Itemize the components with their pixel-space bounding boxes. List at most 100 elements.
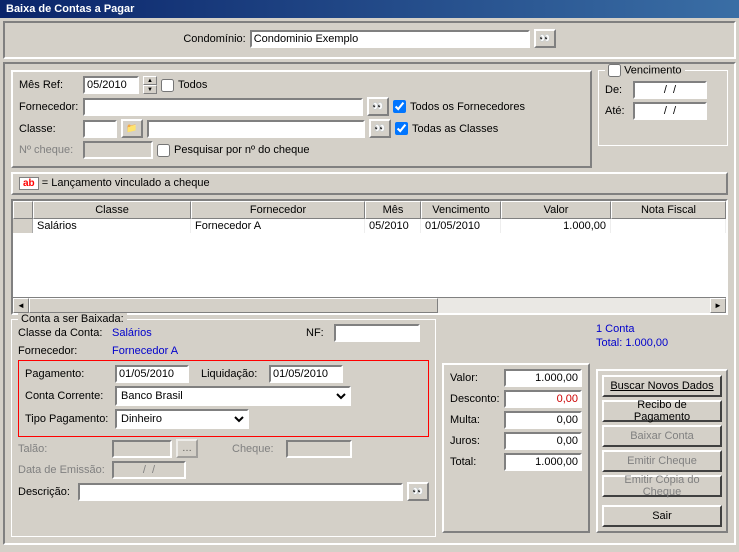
grid-header: Classe Fornecedor Mês Vencimento Valor N…: [13, 201, 726, 219]
binoculars-icon: [372, 101, 383, 112]
todos-label: Todos: [178, 79, 207, 91]
emitir-cheque-button: Emitir Cheque: [602, 450, 722, 472]
grid-scrollbar[interactable]: ◄ ►: [13, 297, 726, 313]
no-cheque-input: [83, 141, 153, 159]
cell-mes: 05/2010: [365, 219, 421, 233]
cheque-input: [286, 440, 352, 458]
multa-label: Multa:: [450, 414, 500, 426]
cell-fornecedor: Fornecedor A: [191, 219, 365, 233]
classe-search-button[interactable]: [369, 119, 391, 138]
spin-down-icon[interactable]: ▼: [143, 85, 157, 94]
scroll-thumb[interactable]: [29, 298, 438, 313]
conta-nf-label: NF:: [306, 327, 330, 339]
vencimento-checkbox[interactable]: [608, 64, 621, 77]
conta-corrente-label: Conta Corrente:: [25, 390, 111, 402]
conta-nf-input[interactable]: [334, 324, 420, 342]
payment-highlight-box: Pagamento: Liquidação: Conta Corrente: B…: [18, 360, 429, 437]
descricao-search-button[interactable]: [407, 482, 429, 501]
condominio-search-button[interactable]: [534, 29, 556, 48]
tipo-pagamento-label: Tipo Pagamento:: [25, 413, 111, 425]
valor-label: Valor:: [450, 372, 500, 384]
todas-classes-checkbox[interactable]: [395, 122, 408, 135]
total-label: Total:: [450, 456, 500, 468]
fornecedor-search-button[interactable]: [367, 97, 389, 116]
total-input[interactable]: [504, 453, 582, 471]
vencimento-fieldset: Vencimento De: Até:: [598, 70, 728, 146]
pagamento-label: Pagamento:: [25, 368, 111, 380]
tipo-pagamento-select[interactable]: Dinheiro: [115, 409, 249, 429]
valores-panel: Valor: Desconto: Multa: Juros: Total:: [442, 363, 590, 533]
grid-col-nf[interactable]: Nota Fiscal: [611, 201, 726, 219]
buscar-novos-dados-button[interactable]: Buscar Novos Dados: [602, 375, 722, 397]
grid-col-marker[interactable]: [13, 201, 33, 219]
recibo-pagamento-button[interactable]: Recibo de Pagamento: [602, 400, 722, 422]
ab-note-panel: ab = Lançamento vinculado a cheque: [11, 172, 728, 195]
vencimento-ate-label: Até:: [605, 105, 629, 117]
results-grid[interactable]: Classe Fornecedor Mês Vencimento Valor N…: [11, 199, 728, 315]
descricao-label: Descrição:: [18, 486, 74, 498]
data-emissao-label: Data de Emissão:: [18, 464, 108, 476]
descricao-input[interactable]: [78, 483, 403, 501]
binoculars-icon: [412, 486, 423, 497]
folder-icon: [126, 123, 137, 134]
grid-col-valor[interactable]: Valor: [501, 201, 611, 219]
classe-label: Classe:: [19, 123, 79, 135]
pesquisar-cheque-checkbox[interactable]: [157, 144, 170, 157]
grid-col-mes[interactable]: Mês: [365, 201, 421, 219]
liquidacao-input[interactable]: [269, 365, 343, 383]
talao-label: Talão:: [18, 443, 108, 455]
no-cheque-label: Nº cheque:: [19, 144, 79, 156]
window-titlebar: Baixa de Contas a Pagar: [0, 0, 739, 18]
condominio-input[interactable]: [250, 30, 530, 48]
grid-col-classe[interactable]: Classe: [33, 201, 191, 219]
classe-name-input[interactable]: [147, 120, 365, 138]
valor-input[interactable]: [504, 369, 582, 387]
sair-button[interactable]: Sair: [602, 505, 722, 527]
conta-corrente-select[interactable]: Banco Brasil: [115, 386, 351, 406]
conta-classe-value: Salários: [112, 327, 302, 339]
emitir-copia-cheque-button: Emitir Cópia do Cheque: [602, 475, 722, 497]
table-row[interactable]: Salários Fornecedor A 05/2010 01/05/2010…: [13, 219, 726, 233]
cheque-label: Cheque:: [232, 443, 282, 455]
desconto-input[interactable]: [504, 390, 582, 408]
vencimento-ate-input[interactable]: [633, 102, 707, 120]
pagamento-input[interactable]: [115, 365, 189, 383]
mes-ref-label: Mês Ref:: [19, 79, 79, 91]
juros-input[interactable]: [504, 432, 582, 450]
cell-vencimento: 01/05/2010: [421, 219, 501, 233]
grid-col-fornecedor[interactable]: Fornecedor: [191, 201, 365, 219]
summary-total: Total: 1.000,00: [596, 337, 728, 349]
pesquisar-cheque-label: Pesquisar por nº do cheque: [174, 144, 310, 156]
ab-badge: ab: [19, 177, 39, 190]
todos-fornecedores-label: Todos os Fornecedores: [410, 101, 525, 113]
scroll-left-button[interactable]: ◄: [13, 298, 29, 313]
mes-ref-input[interactable]: [83, 76, 139, 94]
scroll-track[interactable]: [29, 298, 710, 313]
actions-column: 1 Conta Total: 1.000,00 Buscar Novos Dad…: [596, 319, 728, 537]
mes-ref-spinner[interactable]: ▲▼: [143, 76, 157, 94]
conta-fornecedor-value: Fornecedor A: [112, 345, 178, 357]
grid-col-vencimento[interactable]: Vencimento: [421, 201, 501, 219]
cell-valor: 1.000,00: [501, 219, 611, 233]
vencimento-de-input[interactable]: [633, 81, 707, 99]
cell-nf: [611, 219, 726, 233]
condominio-label: Condomínio:: [183, 33, 245, 45]
liquidacao-label: Liquidação:: [201, 368, 265, 380]
condominio-panel: Condomínio:: [3, 21, 736, 59]
scroll-right-button[interactable]: ►: [710, 298, 726, 313]
multa-input[interactable]: [504, 411, 582, 429]
ab-note-text: = Lançamento vinculado a cheque: [42, 177, 210, 189]
classe-folder-button[interactable]: [121, 119, 143, 138]
conta-fieldset: Conta a ser Baixada: Classe da Conta: Sa…: [11, 319, 436, 537]
classe-code-input[interactable]: [83, 120, 117, 138]
data-emissao-input: [112, 461, 186, 479]
todos-checkbox[interactable]: [161, 79, 174, 92]
row-marker: [13, 219, 33, 233]
todos-fornecedores-checkbox[interactable]: [393, 100, 406, 113]
baixar-conta-button: Baixar Conta: [602, 425, 722, 447]
spin-up-icon[interactable]: ▲: [143, 76, 157, 85]
desconto-label: Desconto:: [450, 393, 500, 405]
fornecedor-input[interactable]: [83, 98, 363, 116]
filters-panel: Mês Ref: ▲▼ Todos Fornecedor: Todos os F…: [11, 70, 592, 168]
buttons-panel: Buscar Novos Dados Recibo de Pagamento B…: [596, 369, 728, 533]
